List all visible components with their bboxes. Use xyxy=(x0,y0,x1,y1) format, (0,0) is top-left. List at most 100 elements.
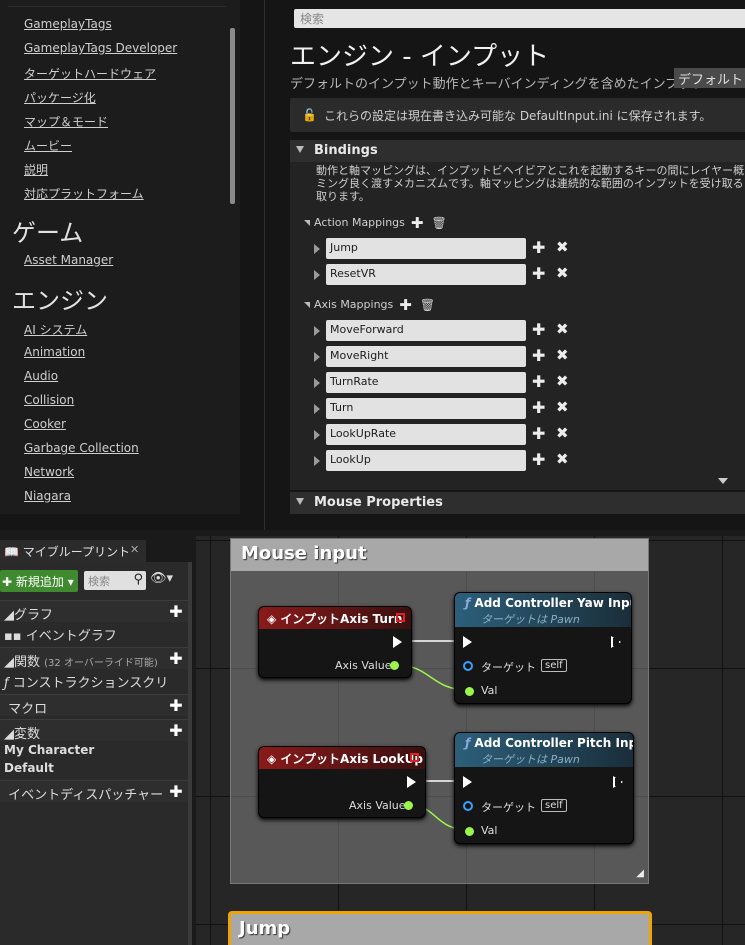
exec-out-pin[interactable] xyxy=(613,776,623,788)
mapping-name-field[interactable]: MoveForward xyxy=(326,320,526,341)
add-variable-icon[interactable]: ✚ xyxy=(166,721,186,741)
close-icon[interactable]: ✕ xyxy=(130,543,139,556)
graphs-section-header[interactable]: ◢グラフ ✚ xyxy=(0,600,188,623)
nav-item-network[interactable]: Network xyxy=(24,465,74,479)
add-axis-mapping-icon[interactable]: ✚ xyxy=(399,296,412,314)
mapping-name-field[interactable]: TurnRate xyxy=(326,372,526,393)
nav-scrollbar[interactable] xyxy=(230,28,235,204)
remove-icon[interactable]: ✖ xyxy=(556,264,569,282)
axis-mappings-header[interactable]: Axis Mappings ✚ 🗑 xyxy=(304,296,435,314)
blueprint-search-input[interactable]: 検索 ⚲ xyxy=(84,571,146,590)
nav-item-supported-platforms[interactable]: 対応プラットフォーム xyxy=(24,185,144,202)
mapping-name-field[interactable]: Turn xyxy=(326,398,526,419)
variables-section-header[interactable]: ◢変数 ✚ xyxy=(0,719,188,742)
delegate-pin-icon[interactable] xyxy=(396,613,405,622)
action-mappings-header[interactable]: Action Mappings ✚ 🗑 xyxy=(304,214,447,232)
nav-item-garbage-collection[interactable]: Garbage Collection xyxy=(24,441,139,455)
settings-search-input[interactable]: 検索 xyxy=(294,9,745,28)
val-pin[interactable] xyxy=(465,687,474,696)
expand-arrow-icon[interactable] xyxy=(314,270,320,280)
nav-item-audio[interactable]: Audio xyxy=(24,369,58,383)
nav-item-gameplaytags[interactable]: GameplayTags xyxy=(24,17,112,31)
trash-icon[interactable]: 🗑 xyxy=(431,216,446,230)
nav-item-target-hardware[interactable]: ターゲットハードウェア xyxy=(24,65,156,82)
nav-item-movies[interactable]: ムービー xyxy=(24,137,72,154)
mapping-name-field[interactable]: Jump xyxy=(326,238,526,259)
mouse-properties-header[interactable]: Mouse Properties xyxy=(290,492,745,514)
axis-value-pin[interactable] xyxy=(390,661,399,670)
event-graph-canvas[interactable]: Mouse input ◢ ◈ インプットAxis Turn Axis Valu… xyxy=(196,536,745,945)
target-pin[interactable] xyxy=(463,801,473,811)
dispatchers-section-header[interactable]: イベントディスパッチャー ✚ xyxy=(0,780,188,803)
functions-section-header[interactable]: ◢関数 (32 オーバーライド可能) ✚ xyxy=(0,647,188,670)
add-macro-icon[interactable]: ✚ xyxy=(166,696,186,716)
nav-item-gameplaytags-developer[interactable]: GameplayTags Developer xyxy=(24,41,177,55)
add-action-mapping-icon[interactable]: ✚ xyxy=(411,214,424,232)
add-key-icon[interactable]: ✚ xyxy=(532,372,545,391)
nav-item-ai-system[interactable]: AI システム xyxy=(24,321,87,338)
nav-item-collision[interactable]: Collision xyxy=(24,393,74,407)
add-key-icon[interactable]: ✚ xyxy=(532,264,545,283)
remove-icon[interactable]: ✖ xyxy=(556,320,569,338)
nav-item-packaging[interactable]: パッケージ化 xyxy=(24,89,96,106)
val-pin[interactable] xyxy=(465,827,474,836)
self-value[interactable]: self xyxy=(541,659,567,672)
remove-icon[interactable]: ✖ xyxy=(556,450,569,468)
add-key-icon[interactable]: ✚ xyxy=(532,320,545,339)
nav-item-animation[interactable]: Animation xyxy=(24,345,85,359)
exec-in-pin[interactable] xyxy=(463,776,472,788)
expand-arrow-icon[interactable] xyxy=(314,244,320,254)
event-graph-item[interactable]: ▪▪ イベントグラフ xyxy=(4,625,117,644)
nav-item-maps-modes[interactable]: マップ＆モード xyxy=(24,113,108,130)
add-dispatcher-icon[interactable]: ✚ xyxy=(166,782,186,802)
add-key-icon[interactable]: ✚ xyxy=(532,450,545,469)
self-value[interactable]: self xyxy=(541,799,567,812)
add-graph-icon[interactable]: ✚ xyxy=(166,602,186,622)
remove-icon[interactable]: ✖ xyxy=(556,424,569,442)
mapping-name-field[interactable]: LookUpRate xyxy=(326,424,526,445)
add-key-icon[interactable]: ✚ xyxy=(532,424,545,443)
add-key-icon[interactable]: ✚ xyxy=(532,238,545,257)
set-as-default-button[interactable]: デフォルトと xyxy=(674,68,745,88)
view-options-eye-icon[interactable]: 👁▾ xyxy=(150,571,173,586)
variable-group-default[interactable]: Default xyxy=(4,761,54,775)
remove-icon[interactable]: ✖ xyxy=(556,346,569,364)
remove-icon[interactable]: ✖ xyxy=(556,372,569,390)
exec-out-pin[interactable] xyxy=(611,636,621,648)
remove-icon[interactable]: ✖ xyxy=(556,398,569,416)
trash-icon[interactable]: 🗑 xyxy=(420,298,435,312)
add-key-icon[interactable]: ✚ xyxy=(532,398,545,417)
construction-script-item[interactable]: ƒ コンストラクションスクリ xyxy=(4,672,168,691)
variable-group-my-character[interactable]: My Character xyxy=(4,743,94,757)
nav-item-asset-manager[interactable]: Asset Manager xyxy=(24,253,113,267)
expand-arrow-icon[interactable] xyxy=(314,326,320,336)
nav-item-niagara[interactable]: Niagara xyxy=(24,489,71,503)
add-controller-pitch-input-node[interactable]: ƒ Add Controller Pitch Input ターゲットは Pawn… xyxy=(454,732,634,844)
exec-out-pin[interactable] xyxy=(407,776,416,788)
axis-value-pin[interactable] xyxy=(404,801,413,810)
add-function-icon[interactable]: ✚ xyxy=(166,649,186,669)
bindings-header[interactable]: Bindings xyxy=(290,140,745,162)
scroll-down-icon[interactable] xyxy=(718,478,728,484)
add-key-icon[interactable]: ✚ xyxy=(532,346,545,365)
expand-arrow-icon[interactable] xyxy=(314,430,320,440)
nav-item-description[interactable]: 説明 xyxy=(24,161,48,178)
exec-in-pin[interactable] xyxy=(463,636,472,648)
expand-arrow-icon[interactable] xyxy=(314,456,320,466)
mapping-name-field[interactable]: LookUp xyxy=(326,450,526,471)
nav-item-cooker[interactable]: Cooker xyxy=(24,417,66,431)
add-new-button[interactable]: ✚ 新規追加 ▾ xyxy=(0,570,78,592)
input-axis-turn-node[interactable]: ◈ インプットAxis Turn Axis Value xyxy=(258,606,412,678)
add-controller-yaw-input-node[interactable]: ƒ Add Controller Yaw Input ターゲットは Pawn タ… xyxy=(454,592,632,704)
mapping-name-field[interactable]: MoveRight xyxy=(326,346,526,367)
input-axis-lookup-node[interactable]: ◈ インプットAxis LookUp Axis Value xyxy=(258,746,426,818)
target-pin[interactable] xyxy=(463,661,473,671)
expand-arrow-icon[interactable] xyxy=(314,352,320,362)
my-blueprint-tab[interactable]: 📖 マイブループリント ✕ xyxy=(0,540,146,562)
expand-arrow-icon[interactable] xyxy=(314,378,320,388)
mapping-name-field[interactable]: ResetVR xyxy=(326,264,526,285)
expand-arrow-icon[interactable] xyxy=(314,404,320,414)
exec-out-pin[interactable] xyxy=(393,636,402,648)
macros-section-header[interactable]: マクロ ✚ xyxy=(0,694,188,717)
comment-box-jump[interactable]: Jump xyxy=(228,911,652,945)
